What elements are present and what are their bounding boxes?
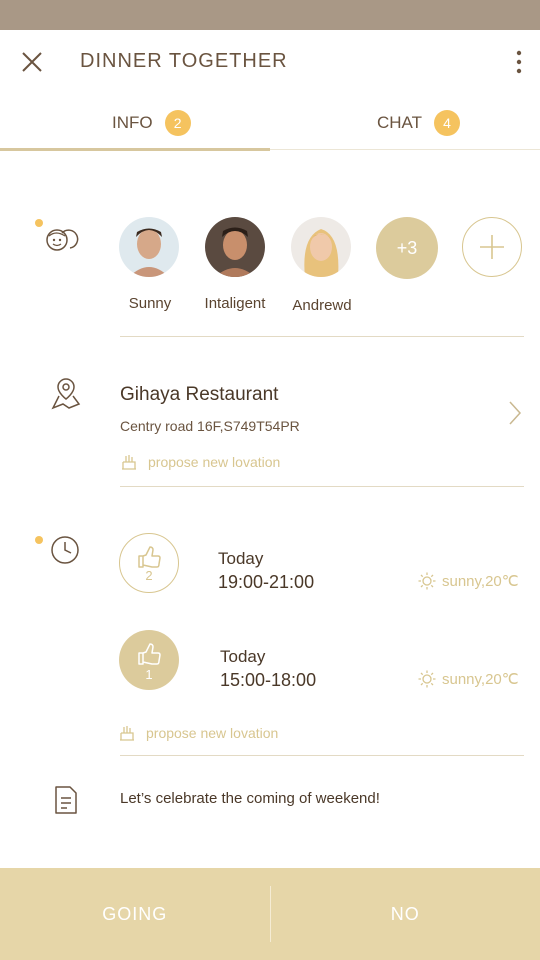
tab-info-label: INFO (112, 113, 153, 132)
slot-weather: sunny,20℃ (418, 670, 519, 688)
more-participants-button[interactable]: +3 (376, 217, 438, 279)
tab-chat-badge: 4 (434, 110, 461, 136)
weather-label: sunny,20℃ (442, 671, 519, 688)
divider (120, 755, 524, 756)
hand-icon (122, 455, 136, 470)
weather-label: sunny,20℃ (442, 573, 519, 590)
hand-icon (120, 726, 134, 741)
propose-location-label: propose new lovation (148, 454, 281, 470)
vote-count: 1 (145, 667, 153, 682)
propose-time-label: propose new lovation (146, 725, 279, 741)
slot-time: 19:00-21:00 (218, 572, 315, 592)
restaurant-address: Centry road 16F,S749T54PR (120, 418, 300, 434)
tab-chat-label: CHAT (377, 113, 423, 132)
close-icon[interactable] (20, 50, 44, 74)
propose-time-link[interactable]: propose new lovation (118, 724, 278, 742)
thumbs-up-icon (138, 643, 161, 665)
restaurant-name[interactable]: Gihaya Restaurant (120, 384, 278, 406)
status-bar (0, 0, 540, 30)
divider (120, 486, 524, 487)
avatar-andrewd[interactable] (291, 217, 351, 277)
vote-count: 2 (145, 568, 153, 583)
avatar-sunny[interactable] (119, 217, 179, 277)
tab-info[interactable]: INFO 2 (112, 110, 191, 136)
no-button[interactable]: NO (271, 868, 540, 960)
going-button[interactable]: GOING (0, 868, 270, 960)
add-participant-button[interactable] (462, 217, 522, 277)
document-icon (54, 785, 78, 820)
avatar-intaligent[interactable] (205, 217, 265, 277)
clock-icon (49, 534, 81, 571)
tab-divider (270, 149, 540, 150)
participant-name: Intaligent (204, 295, 266, 312)
slot-time: 15:00-18:00 (220, 670, 317, 690)
participant-name: Andrewd (292, 297, 352, 314)
participant-name: Sunny (128, 295, 172, 312)
active-tab-indicator (0, 148, 270, 151)
more-options-icon[interactable] (512, 48, 526, 78)
propose-location-link[interactable]: propose new lovation (120, 453, 280, 471)
rsvp-bar: GOING NO (0, 868, 540, 960)
tab-chat[interactable]: CHAT 4 (377, 110, 461, 136)
event-note: Let’s celebrate the coming of weekend! (120, 790, 380, 807)
chevron-right-icon[interactable] (508, 400, 522, 431)
divider (120, 336, 524, 337)
vote-button[interactable] (119, 533, 179, 593)
slot-day: Today (218, 549, 264, 568)
unread-dot (35, 219, 43, 227)
unread-dot (35, 536, 43, 544)
thumbs-up-icon (138, 546, 161, 568)
map-pin-icon (51, 376, 81, 415)
slot-day: Today (220, 647, 266, 666)
slot-weather: sunny,20℃ (418, 572, 519, 590)
people-icon (44, 224, 82, 259)
page-title: DINNER TOGETHER (80, 50, 288, 72)
sun-icon (418, 572, 436, 590)
plus-icon (480, 235, 504, 259)
sun-icon (418, 670, 436, 688)
tab-info-badge: 2 (164, 110, 191, 136)
